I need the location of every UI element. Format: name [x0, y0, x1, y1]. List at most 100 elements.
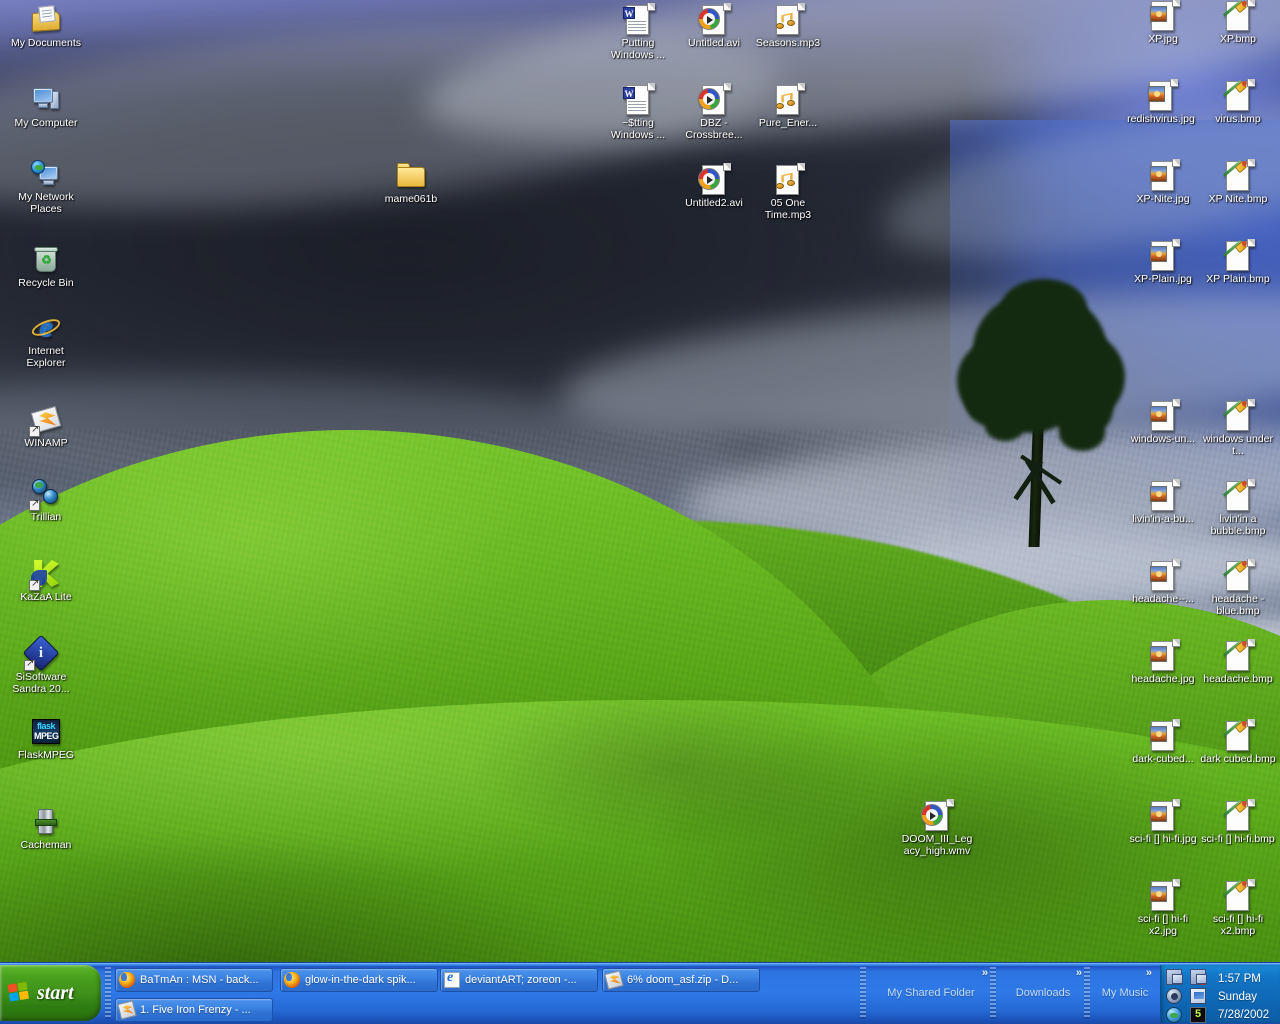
clock-day: Sunday [1218, 991, 1258, 1003]
desktop-icon-windows-under-t[interactable]: windows under t... [1200, 399, 1276, 457]
desktop-icon-my-documents[interactable]: My Documents [8, 4, 84, 50]
desktop-icon-label: KaZaA Lite [20, 591, 72, 603]
desktop-icon-label: ~$tting Windows ... [610, 117, 666, 141]
taskbar-button-batman-msn-back[interactable]: BaTmAn : MSN - back... [115, 968, 273, 992]
taskbar-button-deviantart-zoreon[interactable]: deviantART; zoreon -... [440, 968, 598, 992]
taskbar-toolbar-my-music[interactable]: » My Music [1090, 965, 1160, 1021]
desktop-icon-sci-fi-hi-fi-bmp[interactable]: sci-fi [] hi-fi.bmp [1200, 799, 1276, 846]
desktop-icon-xp-nite-jpg[interactable]: XP-Nite.jpg [1125, 159, 1201, 206]
desktop-icon-05-one-time-mp3[interactable]: 05 One Time.mp3 [750, 163, 826, 221]
clock[interactable]: 1:57 PM Sunday 7/28/2002 [1218, 969, 1269, 1024]
system-tray-icons[interactable]: 5 [1166, 969, 1212, 1024]
desktop-icon-sisoftware-sandra-20[interactable]: iSiSoftware Sandra 20... [3, 634, 79, 695]
desktop-icon-xp-jpg[interactable]: XP.jpg [1125, 0, 1201, 46]
desktop-icon-dbz-crossbree[interactable]: DBZ - Crossbree... [676, 83, 752, 141]
desktop-icon-headache-blue-bmp[interactable]: headache - blue.bmp [1200, 559, 1276, 617]
desktop-icon-xp-nite-bmp[interactable]: XP Nite.bmp [1200, 159, 1276, 206]
desktop-icon-headache-jpg[interactable]: headache.jpg [1125, 639, 1201, 686]
desktop-icon-cacheman[interactable]: Cacheman [8, 806, 84, 852]
start-button[interactable]: start [0, 965, 101, 1021]
desktop-icon-trillian[interactable]: Trillian [8, 478, 84, 524]
desktop-icon-livin-in-a-bubble-bmp[interactable]: livin'in a bubble.bmp [1200, 479, 1276, 537]
network-disconnected-icon[interactable] [1190, 969, 1207, 985]
desktop-icon-flaskmpeg[interactable]: flask MPEG FlaskMPEG [8, 716, 84, 762]
taskbar[interactable]: start BaTmAn : MSN - back... glow-in-the-… [0, 962, 1280, 1024]
desktop-icon-my-computer[interactable]: My Computer [8, 84, 84, 130]
desktop-icon-putting-windows[interactable]: W Putting Windows ... [600, 3, 676, 61]
desktop-icon-livin-in-a-bu[interactable]: livin'in-a-bu... [1125, 479, 1201, 526]
desktop-wallpaper [0, 0, 1280, 1024]
desktop-icon-label: Untitled.avi [688, 37, 740, 49]
taskbar-button-label: 1. Five Iron Frenzy - ... [140, 1004, 251, 1016]
desktop-icon-internet-explorer[interactable]: e Internet Explorer [8, 312, 84, 369]
desktop-icon-xp-plain-bmp[interactable]: XP Plain.bmp [1200, 239, 1276, 286]
taskbar-button-6-doom-asf-zip-d[interactable]: 6% doom_asf.zip - D... [602, 968, 760, 992]
desktop-icon-headache[interactable]: headache--... [1125, 559, 1201, 606]
desktop-icon-sci-fi-hi-fi-jpg[interactable]: sci-fi [] hi-fi.jpg [1125, 799, 1201, 846]
word-document-icon: W [622, 83, 655, 116]
desktop-icon-virus-bmp[interactable]: virus.bmp [1200, 79, 1276, 126]
desktop-root[interactable]: My Documents My Computer My Network Places… [0, 0, 1280, 1024]
desktop-icon-winamp[interactable]: WINAMP [8, 404, 84, 450]
taskbar-toolbar-downloads[interactable]: » Downloads [996, 965, 1090, 1021]
jpeg-file-icon [1147, 639, 1180, 672]
cacheman-icon [30, 806, 62, 838]
display-properties-icon[interactable] [1190, 988, 1206, 1004]
bitmap-file-icon [1222, 399, 1255, 432]
jpeg-file-icon [1145, 79, 1178, 112]
desktop-icon-windows-un[interactable]: windows-un... [1125, 399, 1201, 446]
toolbar-overflow-chevron-icon[interactable]: » [1076, 967, 1082, 979]
taskbar-button-label: deviantART; zoreon -... [465, 974, 577, 986]
internet-globe-icon[interactable] [1166, 1007, 1182, 1023]
desktop-icon-kazaa-lite[interactable]: KaZaA Lite [8, 558, 84, 604]
internet-explorer-icon: e [29, 312, 63, 344]
desktop-icon-seasons-mp3[interactable]: Seasons.mp3 [750, 3, 826, 50]
tree-canopy [1001, 279, 1087, 337]
jpeg-file-icon [1147, 0, 1180, 32]
kazaa-icon [29, 558, 62, 591]
taskbar-toolbar-my-shared-folder[interactable]: » My Shared Folder [866, 965, 996, 1021]
volume-icon[interactable] [1166, 988, 1182, 1004]
desktop-icon-recycle-bin[interactable]: ♻ Recycle Bin [8, 244, 84, 290]
my-documents-icon [30, 4, 62, 36]
desktop-icon-doom-iii-legacy-high-wmv[interactable]: DOOM_III_Legacy_high.wmv [899, 799, 975, 857]
taskbar-button-glow-in-the-dark-spik[interactable]: glow-in-the-dark spik... [280, 968, 438, 992]
desktop-icon-untitled-avi[interactable]: Untitled.avi [676, 3, 752, 50]
system-tray[interactable]: 5 1:57 PM Sunday 7/28/2002 [1160, 965, 1280, 1023]
desktop-icon-my-network-places[interactable]: My Network Places [8, 158, 84, 215]
taskbar-button-label: glow-in-the-dark spik... [305, 974, 416, 986]
bitmap-file-icon [1222, 799, 1255, 832]
recycle-bin-icon: ♻ [30, 244, 62, 276]
desktop-icon-headache-bmp[interactable]: headache.bmp [1200, 639, 1276, 686]
ie-icon [444, 970, 460, 988]
desktop-icon-tting-windows[interactable]: W ~$tting Windows ... [600, 83, 676, 141]
wallpaper-storm-mass [0, 60, 1020, 490]
desktop-icon-label: My Documents [10, 37, 82, 49]
desktop-icon-label: livin'in a bubble.bmp [1210, 513, 1266, 537]
network-connection-icon[interactable] [1166, 969, 1183, 985]
desktop-icon-label: SiSoftware Sandra 20... [12, 671, 70, 695]
desktop-icon-redishvirus-jpg[interactable]: redishvirus.jpg [1123, 79, 1199, 126]
media-file-icon [698, 83, 731, 116]
jpeg-file-icon [1147, 799, 1180, 832]
desktop-icon-dark-cubed[interactable]: dark-cubed... [1125, 719, 1201, 766]
toolbar-overflow-chevron-icon[interactable]: » [982, 967, 988, 979]
bitmap-file-icon [1222, 79, 1255, 112]
desktop-icon-pure-ener[interactable]: Pure_Ener... [750, 83, 826, 130]
desktop-icon-label: Internet Explorer [26, 345, 66, 369]
desktop-icon-sci-fi-hi-fi-x2-bmp[interactable]: sci-fi [] hi-fi x2.bmp [1200, 879, 1276, 937]
desktop-icon-mame061b[interactable]: mame061b [373, 160, 449, 206]
desktop-icon-label: XP-Nite.jpg [1136, 193, 1190, 205]
desktop-icon-untitled2-avi[interactable]: Untitled2.avi [676, 163, 752, 210]
taskbar-grip-handle[interactable] [105, 967, 111, 1019]
desktop-icon-label: Recycle Bin [18, 277, 74, 289]
toolbar-overflow-chevron-icon[interactable]: » [1146, 967, 1152, 979]
taskbar-button-1-five-iron-frenzy[interactable]: 1. Five Iron Frenzy - ... [115, 998, 273, 1022]
desktop-icon-xp-bmp[interactable]: XP.bmp [1200, 0, 1276, 46]
desktop-icon-sci-fi-hi-fi-x2-jpg[interactable]: sci-fi [] hi-fi x2.jpg [1125, 879, 1201, 937]
counter-badge-icon[interactable]: 5 [1190, 1007, 1206, 1023]
desktop-icon-dark-cubed-bmp[interactable]: dark cubed.bmp [1200, 719, 1276, 766]
jpeg-file-icon [1147, 399, 1180, 432]
mp3-file-icon [772, 3, 805, 36]
desktop-icon-xp-plain-jpg[interactable]: XP-Plain.jpg [1125, 239, 1201, 286]
